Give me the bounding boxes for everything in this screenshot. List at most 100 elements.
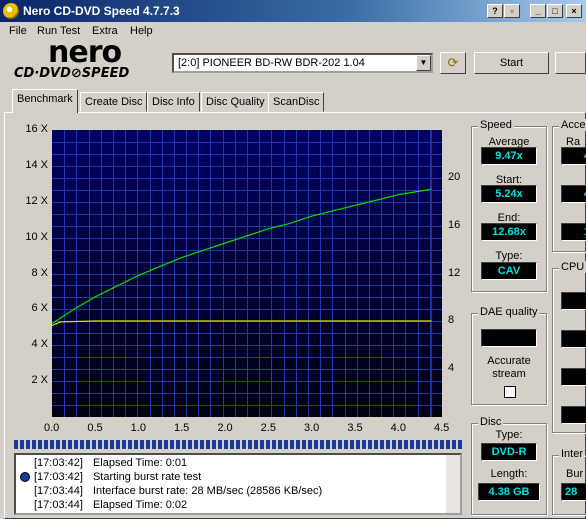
progress-segment — [242, 440, 246, 449]
progress-segment — [380, 440, 384, 449]
log-list[interactable]: [17:03:42] Elapsed Time: 0:01 [17:03:42] St… — [14, 453, 462, 515]
disc-type-value: DVD-R — [481, 443, 537, 461]
progress-segment — [176, 440, 180, 449]
disc-length-label: Length: — [490, 468, 528, 480]
tab-create-disc[interactable]: Create Disc — [80, 92, 148, 112]
log-timestamp: [17:03:42] — [34, 457, 83, 469]
disc-length-value: 4.38 GB — [478, 483, 540, 501]
tab-benchmark[interactable]: Benchmark — [12, 89, 78, 113]
progress-segment — [440, 440, 444, 449]
progress-segment — [314, 440, 318, 449]
progress-segment — [98, 440, 102, 449]
tab-disc-quality[interactable]: Disc Quality — [201, 92, 270, 112]
y-left-tick-label: 6 X — [31, 302, 48, 315]
progress-segment — [140, 440, 144, 449]
progress-segment — [320, 440, 324, 449]
progress-segment — [326, 440, 330, 449]
restore-small-icon[interactable]: ▫ — [504, 4, 520, 18]
progress-segment — [272, 440, 276, 449]
speed-type-label: Type: — [495, 250, 523, 262]
log-scrollbar[interactable] — [446, 455, 460, 513]
x-tick-label: 3.5 — [347, 422, 363, 434]
log-timestamp: [17:03:44] — [34, 499, 83, 511]
x-tick-label: 2.5 — [260, 422, 276, 434]
x-tick-label: 1.0 — [130, 422, 146, 434]
progress-segment — [188, 440, 192, 449]
average-speed-value: 9.47x — [481, 147, 537, 165]
log-message: Elapsed Time: 0:01 — [92, 457, 188, 469]
progress-segment — [182, 440, 186, 449]
progress-segment — [356, 440, 360, 449]
progress-segment — [56, 440, 60, 449]
y-right-tick-label: 20 — [448, 170, 461, 183]
cpu-value-2 — [561, 330, 586, 348]
close-button[interactable]: × — [566, 4, 582, 18]
progress-segment — [206, 440, 210, 449]
progress-segment — [62, 440, 66, 449]
progress-segment — [158, 440, 162, 449]
interface-group-title: Inter — [559, 448, 586, 460]
progress-segment — [92, 440, 96, 449]
minimize-button[interactable]: _ — [530, 4, 546, 18]
progress-segment — [302, 440, 306, 449]
log-entry: [17:03:42] Elapsed Time: 0:01 — [34, 457, 187, 469]
refresh-drive-button[interactable]: ⟳ — [440, 52, 466, 74]
progress-segment — [44, 440, 48, 449]
refresh-icon: ⟳ — [447, 55, 459, 70]
log-timestamp: [17:03:44] — [34, 485, 83, 497]
menu-file[interactable]: File — [9, 25, 27, 37]
progress-segment — [170, 440, 174, 449]
exit-button[interactable] — [555, 52, 586, 74]
progress-segment — [116, 440, 120, 449]
maximize-button[interactable]: □ — [547, 4, 563, 18]
progress-segment — [200, 440, 204, 449]
y-left-tick-label: 10 X — [25, 230, 48, 243]
start-button[interactable]: Start — [474, 52, 549, 74]
disc-type-label: Type: — [495, 429, 523, 441]
progress-bar — [14, 440, 462, 449]
log-entry: [17:03:42] Starting burst rate test — [34, 471, 201, 483]
progress-segment — [416, 440, 420, 449]
progress-segment — [32, 440, 36, 449]
tab-disc-info[interactable]: Disc Info — [147, 92, 200, 112]
burst-label: Bur — [566, 468, 584, 480]
accurate-label: Accurate — [487, 355, 531, 367]
log-entry: [17:03:44] Interface burst rate: 28 MB/se… — [34, 485, 322, 497]
x-tick-label: 3.0 — [304, 422, 320, 434]
nero-app-icon — [3, 3, 19, 19]
speed-type-value: CAV — [481, 262, 537, 280]
progress-segment — [122, 440, 126, 449]
accurate-stream-checkbox[interactable] — [504, 386, 516, 398]
help-icon[interactable]: ? — [487, 4, 503, 18]
nero-logo: nero — [48, 35, 122, 70]
progress-segment — [398, 440, 402, 449]
progress-segment — [374, 440, 378, 449]
progress-segment — [74, 440, 78, 449]
chevron-down-icon[interactable]: ▼ — [416, 55, 431, 71]
progress-segment — [68, 440, 72, 449]
progress-segment — [266, 440, 270, 449]
progress-segment — [362, 440, 366, 449]
x-tick-label: 4.5 — [434, 422, 450, 434]
progress-segment — [278, 440, 282, 449]
end-speed-value: 12.68x — [481, 223, 537, 241]
tab-scandisc[interactable]: ScanDisc — [268, 92, 325, 112]
progress-segment — [128, 440, 132, 449]
y-right-tick-label: 16 — [448, 218, 461, 231]
progress-segment — [194, 440, 198, 449]
access-value-1: 4 — [561, 147, 586, 165]
dae-quality-title: DAE quality — [478, 306, 540, 318]
progress-segment — [224, 440, 228, 449]
cpu-group-title: CPU — [559, 261, 586, 273]
drive-select[interactable]: [2:0] PIONEER BD-RW BDR-202 1.04 — [172, 53, 433, 73]
progress-segment — [350, 440, 354, 449]
menu-help[interactable]: Help — [130, 25, 153, 37]
progress-segment — [260, 440, 264, 449]
y-left-tick-label: 8 X — [31, 266, 48, 279]
progress-segment — [284, 440, 288, 449]
cd-dvd-speed-logo: CD·DVD⊘SPEED — [14, 66, 130, 81]
x-tick-label: 2.0 — [217, 422, 233, 434]
progress-segment — [428, 440, 432, 449]
y-left-tick-label: 2 X — [31, 374, 48, 387]
y-left-tick-label: 12 X — [25, 194, 48, 207]
